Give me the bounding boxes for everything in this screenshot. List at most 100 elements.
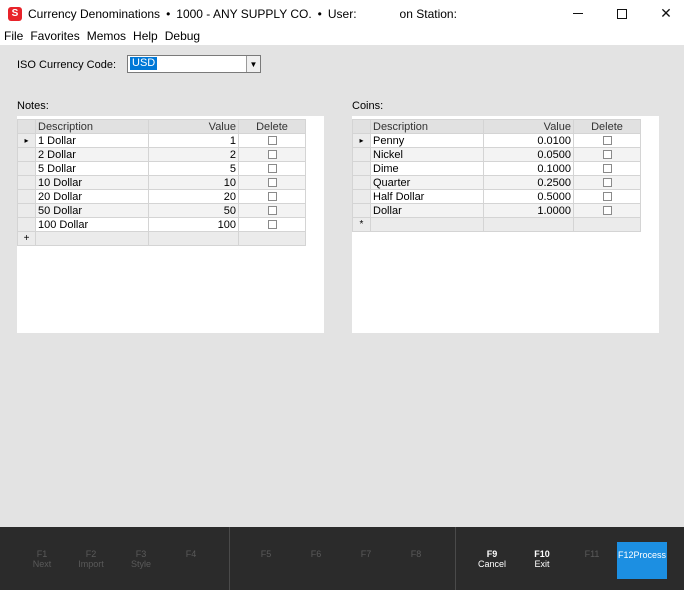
value-cell[interactable]: 0.2500: [483, 175, 574, 190]
description-cell[interactable]: Half Dollar: [370, 189, 484, 204]
close-button[interactable]: ✕: [644, 0, 684, 27]
fkey-f12-button[interactable]: F12Process: [617, 542, 667, 579]
notes-row[interactable]: ▸ 1 Dollar 1: [17, 133, 306, 148]
delete-checkbox[interactable]: [602, 192, 612, 202]
delete-checkbox[interactable]: [267, 136, 277, 146]
column-header-value[interactable]: Value: [148, 119, 239, 134]
delete-checkbox[interactable]: [602, 136, 612, 146]
dropdown-arrow-icon[interactable]: ▼: [246, 56, 260, 72]
coins-row[interactable]: ▸ Penny 0.0100: [352, 133, 641, 148]
delete-checkbox[interactable]: [267, 150, 277, 160]
delete-checkbox[interactable]: [267, 178, 277, 188]
column-header-description[interactable]: Description: [370, 119, 484, 134]
column-header-delete[interactable]: Delete: [238, 119, 306, 134]
fkey-f2-button[interactable]: F2 Import: [71, 549, 111, 569]
delete-checkbox[interactable]: [602, 178, 612, 188]
delete-checkbox[interactable]: [602, 206, 612, 216]
coins-new-row[interactable]: *: [352, 217, 641, 232]
row-selector[interactable]: ▸: [352, 133, 371, 148]
column-header-description[interactable]: Description: [35, 119, 149, 134]
value-cell[interactable]: [483, 217, 574, 232]
menu-file[interactable]: File: [4, 29, 23, 43]
fkey-f6-button[interactable]: F6: [296, 549, 336, 559]
fkey-f8-button[interactable]: F8: [396, 549, 436, 559]
description-cell[interactable]: Dollar: [370, 203, 484, 218]
row-selector[interactable]: [352, 147, 371, 162]
fkey-f9-button[interactable]: F9 Cancel: [472, 549, 512, 569]
row-selector[interactable]: [352, 161, 371, 176]
value-cell[interactable]: 50: [148, 203, 239, 218]
menu-debug[interactable]: Debug: [165, 29, 200, 43]
coins-row[interactable]: Half Dollar 0.5000: [352, 189, 641, 204]
delete-checkbox[interactable]: [267, 206, 277, 216]
fkey-f4-button[interactable]: F4: [171, 549, 211, 559]
delete-checkbox[interactable]: [267, 220, 277, 230]
coins-row[interactable]: Nickel 0.0500: [352, 147, 641, 162]
column-header-delete[interactable]: Delete: [573, 119, 641, 134]
value-cell[interactable]: 0.0500: [483, 147, 574, 162]
value-cell[interactable]: 100: [148, 217, 239, 232]
value-cell[interactable]: 5: [148, 161, 239, 176]
delete-checkbox[interactable]: [602, 164, 612, 174]
fkey-f7-button[interactable]: F7: [346, 549, 386, 559]
notes-row[interactable]: 2 Dollar 2: [17, 147, 306, 162]
value-cell[interactable]: 0.5000: [483, 189, 574, 204]
description-cell[interactable]: Quarter: [370, 175, 484, 190]
description-cell[interactable]: 20 Dollar: [35, 189, 149, 204]
coins-row[interactable]: Quarter 0.2500: [352, 175, 641, 190]
description-cell[interactable]: Nickel: [370, 147, 484, 162]
value-cell[interactable]: 10: [148, 175, 239, 190]
menu-favorites[interactable]: Favorites: [30, 29, 79, 43]
delete-checkbox[interactable]: [267, 192, 277, 202]
notes-row[interactable]: 100 Dollar 100: [17, 217, 306, 232]
description-cell[interactable]: 5 Dollar: [35, 161, 149, 176]
value-cell[interactable]: 0.0100: [483, 133, 574, 148]
description-cell[interactable]: 50 Dollar: [35, 203, 149, 218]
value-cell[interactable]: 2: [148, 147, 239, 162]
row-selector[interactable]: [17, 147, 36, 162]
notes-new-row[interactable]: +: [17, 231, 306, 246]
row-selector[interactable]: [352, 175, 371, 190]
row-selector[interactable]: [17, 203, 36, 218]
value-cell[interactable]: [148, 231, 239, 246]
row-selector[interactable]: [352, 203, 371, 218]
delete-checkbox[interactable]: [602, 150, 612, 160]
column-header-value[interactable]: Value: [483, 119, 574, 134]
fkey-f3-button[interactable]: F3 Style: [121, 549, 161, 569]
delete-checkbox[interactable]: [267, 164, 277, 174]
row-selector[interactable]: [17, 175, 36, 190]
description-cell[interactable]: 100 Dollar: [35, 217, 149, 232]
maximize-button[interactable]: [600, 0, 644, 27]
fkey-f5-button[interactable]: F5: [246, 549, 286, 559]
notes-row[interactable]: 10 Dollar 10: [17, 175, 306, 190]
row-selector[interactable]: [352, 189, 371, 204]
row-selector[interactable]: [17, 189, 36, 204]
coins-row[interactable]: Dollar 1.0000: [352, 203, 641, 218]
fkey-key: F9: [486, 549, 498, 559]
menu-memos[interactable]: Memos: [87, 29, 126, 43]
value-cell[interactable]: 1.0000: [483, 203, 574, 218]
minimize-button[interactable]: [556, 0, 600, 27]
iso-currency-select[interactable]: USD ▼: [127, 55, 261, 73]
description-cell[interactable]: [35, 231, 149, 246]
value-cell[interactable]: 0.1000: [483, 161, 574, 176]
menu-help[interactable]: Help: [133, 29, 158, 43]
description-cell[interactable]: 1 Dollar: [35, 133, 149, 148]
description-cell[interactable]: [370, 217, 484, 232]
fkey-f1-button[interactable]: F1 Next: [22, 549, 62, 569]
description-cell[interactable]: 10 Dollar: [35, 175, 149, 190]
notes-row[interactable]: 5 Dollar 5: [17, 161, 306, 176]
row-selector[interactable]: ▸: [17, 133, 36, 148]
fkey-f10-button[interactable]: F10 Exit: [522, 549, 562, 569]
value-cell[interactable]: 20: [148, 189, 239, 204]
description-cell[interactable]: 2 Dollar: [35, 147, 149, 162]
notes-row[interactable]: 20 Dollar 20: [17, 189, 306, 204]
notes-row[interactable]: 50 Dollar 50: [17, 203, 306, 218]
row-selector[interactable]: [17, 161, 36, 176]
fkey-f11-button[interactable]: F11: [572, 549, 612, 559]
row-selector[interactable]: [17, 217, 36, 232]
description-cell[interactable]: Penny: [370, 133, 484, 148]
value-cell[interactable]: 1: [148, 133, 239, 148]
description-cell[interactable]: Dime: [370, 161, 484, 176]
coins-row[interactable]: Dime 0.1000: [352, 161, 641, 176]
